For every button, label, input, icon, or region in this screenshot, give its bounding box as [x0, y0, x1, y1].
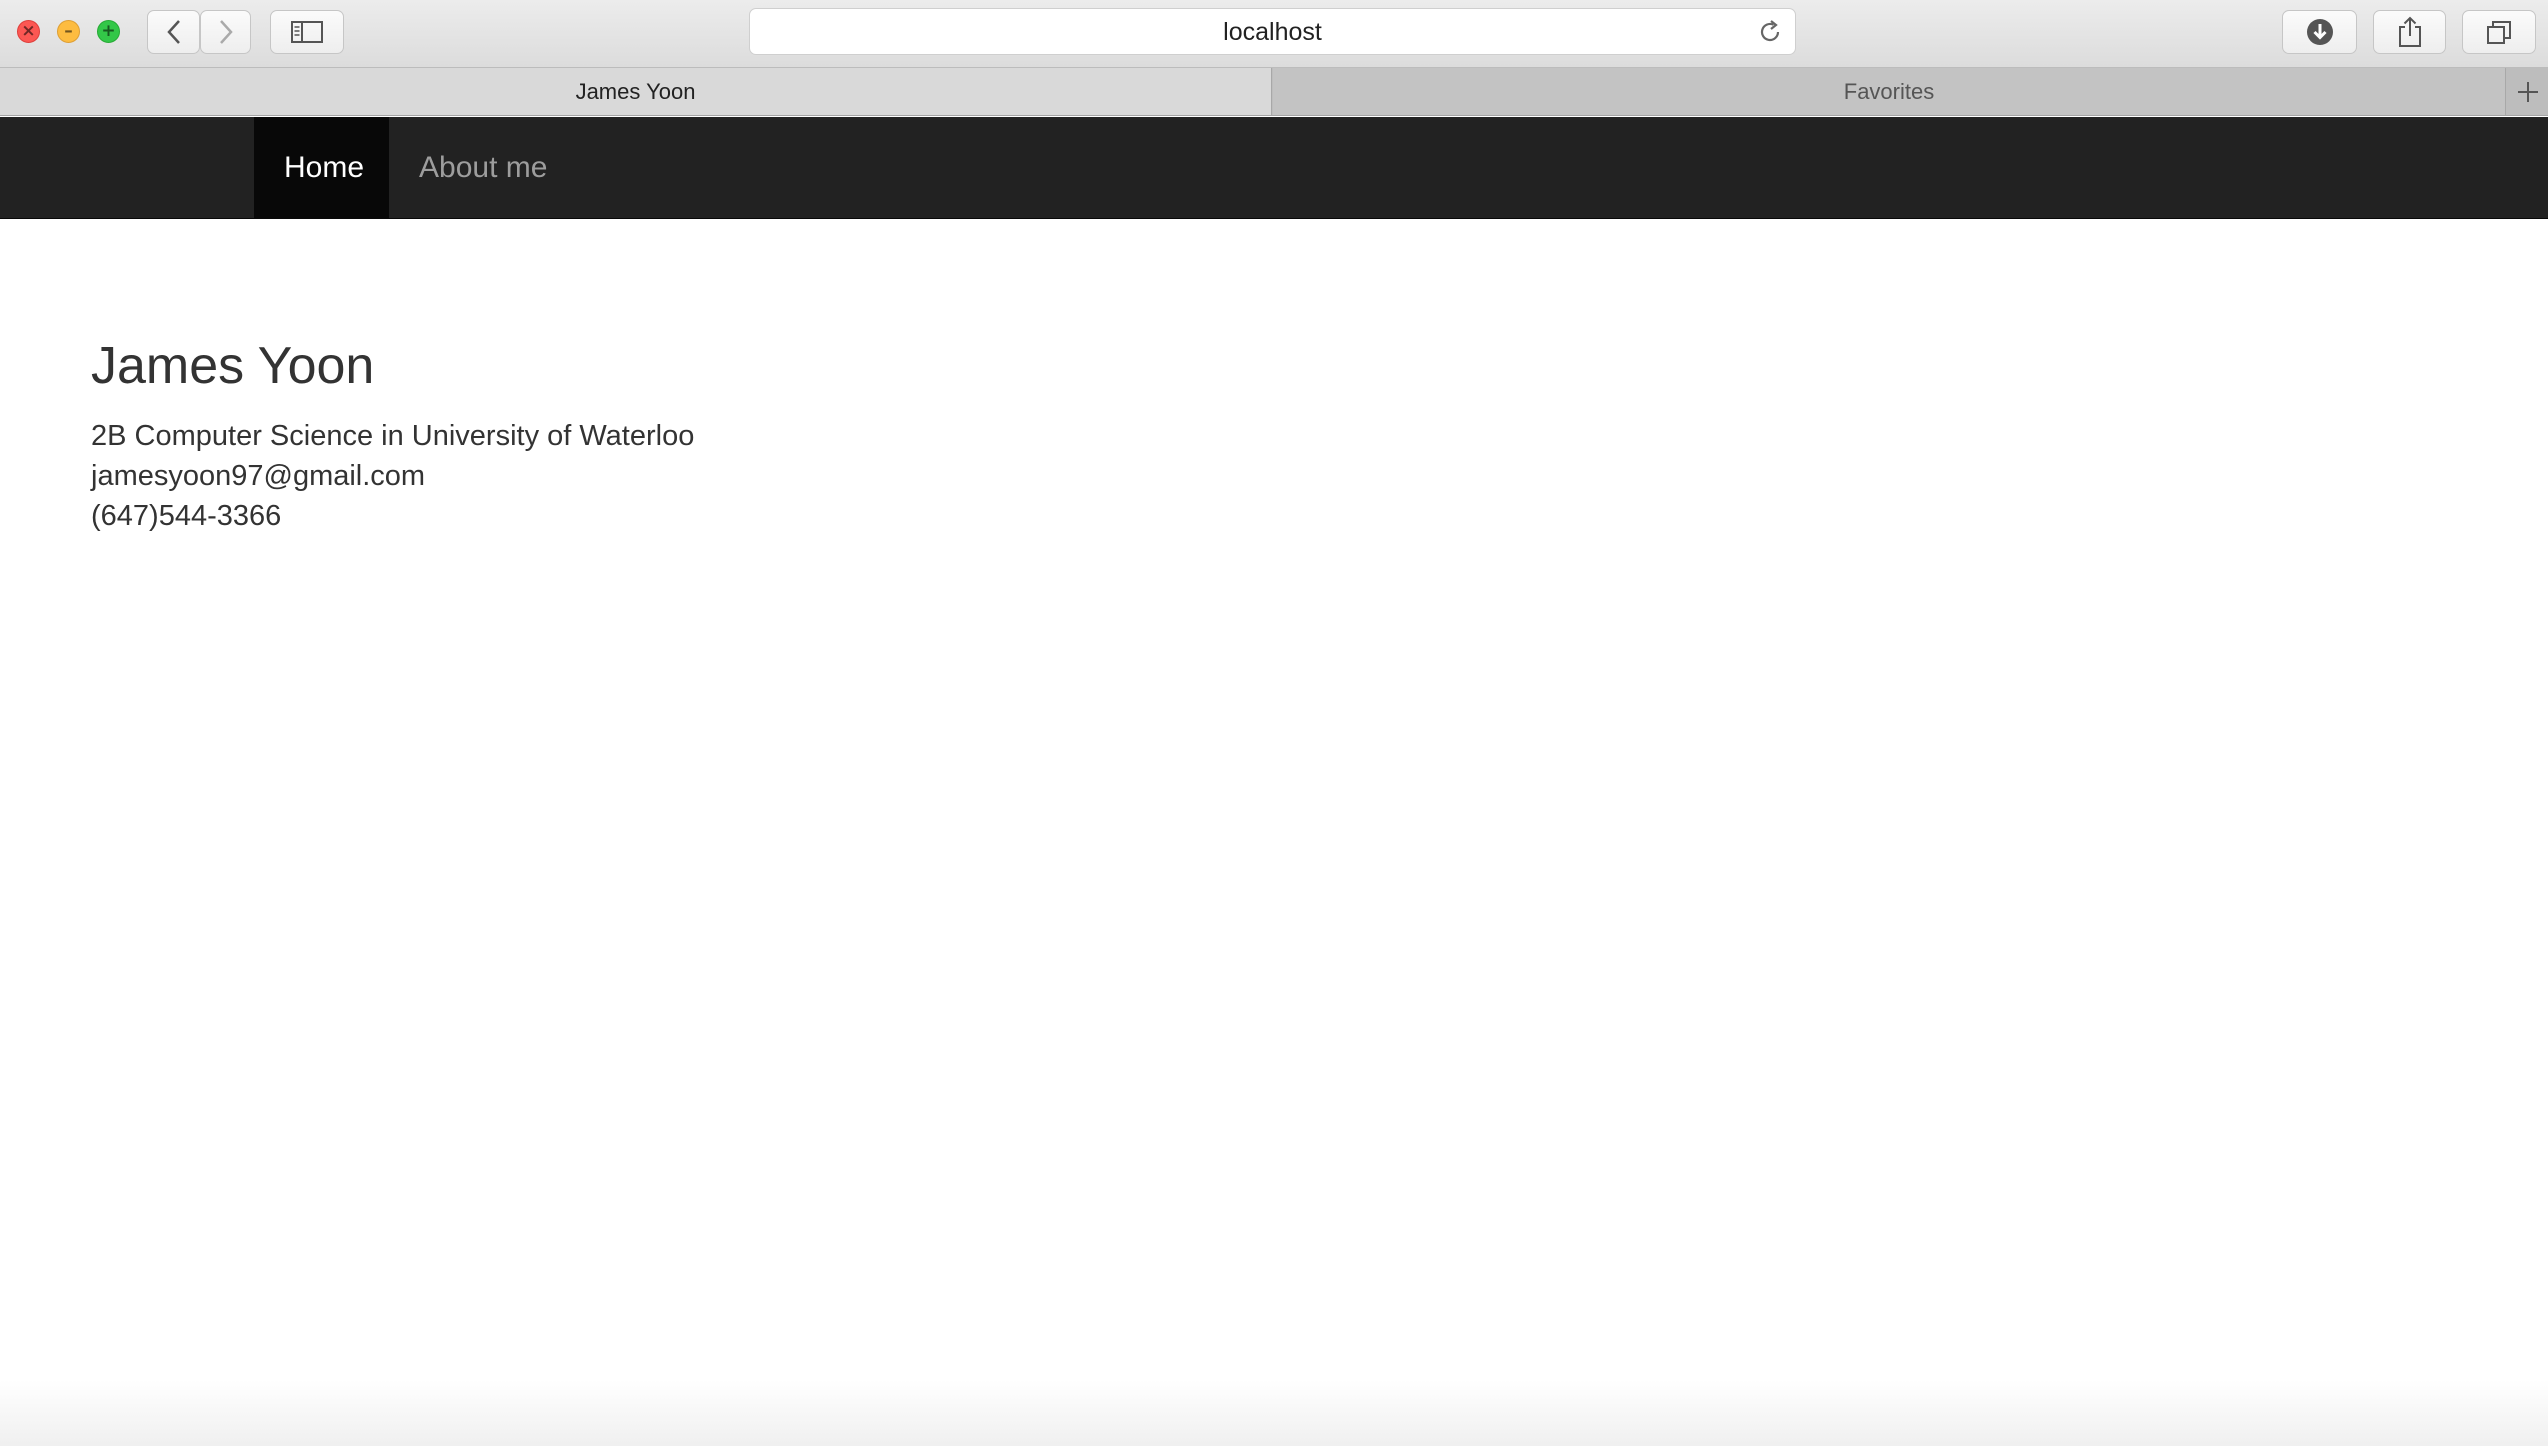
profile-section: James Yoon 2B Computer Science in Univer…: [91, 330, 694, 536]
site-navbar: Home About me: [0, 117, 2548, 219]
share-icon: [2398, 16, 2421, 47]
nav-home-link[interactable]: Home: [254, 117, 389, 218]
download-button[interactable]: [2282, 10, 2357, 54]
profile-name: James Yoon: [91, 337, 375, 395]
maximize-icon: +: [101, 21, 116, 41]
profile-email: jamesyoon97@gmail.com: [91, 460, 426, 492]
tabs-overview-button[interactable]: [2462, 10, 2536, 54]
window-close-button[interactable]: ×: [17, 20, 40, 43]
new-tab-icon: [2517, 81, 2538, 102]
forward-icon: [219, 20, 233, 44]
window-maximize-button[interactable]: +: [97, 20, 120, 43]
sidebar-icon: [291, 21, 323, 43]
profile-phone: (647)544-3366: [91, 500, 282, 532]
tabs-overview-icon: [2487, 21, 2511, 44]
browser-toolbar: × – + localhost: [0, 0, 2548, 68]
back-button[interactable]: [147, 10, 200, 54]
window-bottom-shadow: [0, 1380, 2548, 1446]
reload-icon[interactable]: [1757, 19, 1783, 45]
address-url[interactable]: localhost: [750, 9, 1795, 56]
share-button[interactable]: [2373, 10, 2446, 54]
tab-james-yoon[interactable]: James Yoon: [0, 68, 1272, 115]
close-icon: ×: [21, 21, 36, 41]
download-icon: [2306, 19, 2333, 45]
address-bar[interactable]: localhost: [749, 8, 1796, 55]
tab-strip: James Yoon Favorites: [0, 68, 2548, 116]
tab-label: Favorites: [1843, 79, 1935, 104]
minimize-icon: –: [64, 21, 73, 41]
profile-program: 2B Computer Science in University of Wat…: [91, 420, 695, 452]
window-minimize-button[interactable]: –: [57, 20, 80, 43]
sidebar-button[interactable]: [270, 10, 344, 54]
nav-about-me-link[interactable]: About me: [389, 117, 577, 218]
tab-favorites[interactable]: Favorites: [1273, 68, 2506, 115]
new-tab-button[interactable]: [2507, 68, 2548, 115]
back-icon: [166, 20, 180, 44]
tab-label: James Yoon: [575, 79, 696, 104]
forward-button[interactable]: [200, 10, 251, 54]
